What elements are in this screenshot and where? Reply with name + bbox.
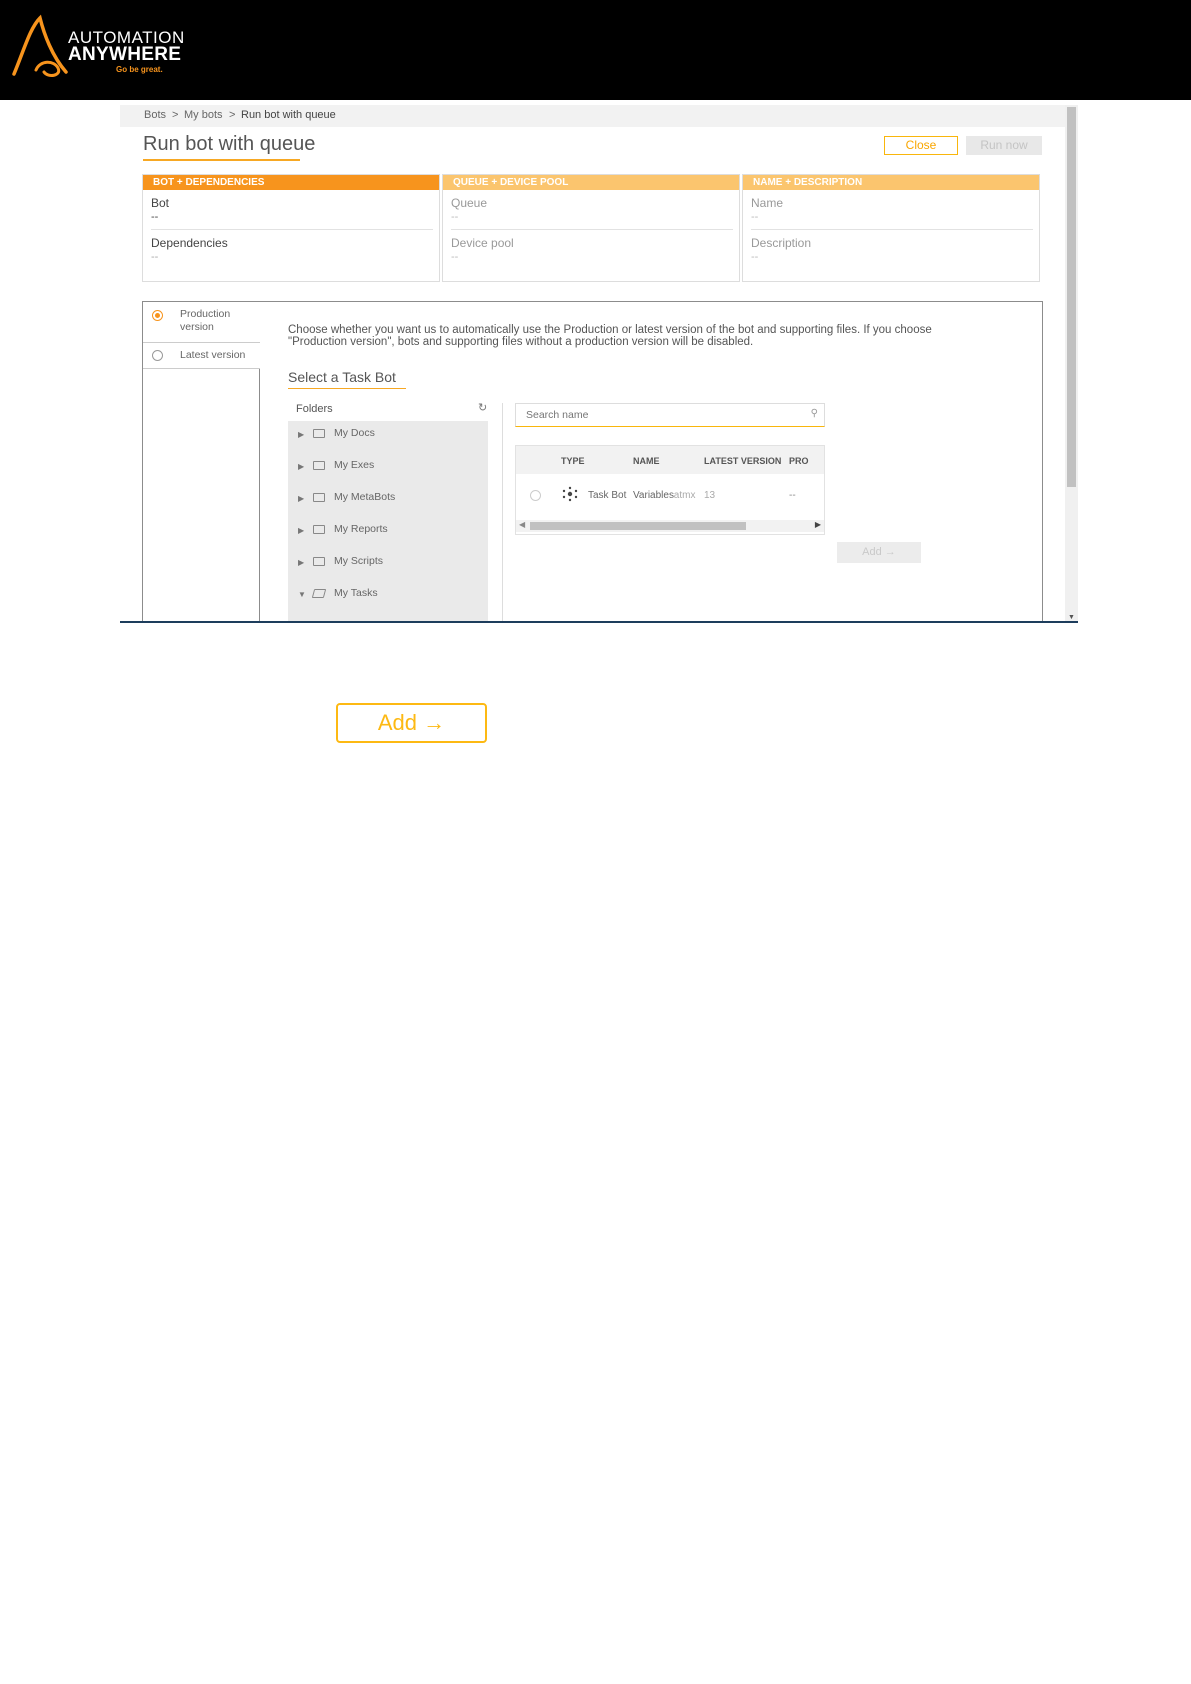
- add-button-disabled[interactable]: Add →: [837, 542, 921, 563]
- screenshot-bottom-border: [120, 621, 1078, 623]
- name-value: --: [751, 211, 759, 223]
- scroll-down-icon[interactable]: ▼: [1068, 614, 1075, 621]
- search-box[interactable]: ⚲: [515, 403, 825, 427]
- breadcrumb-separator: >: [229, 109, 236, 121]
- column-header-latest-version[interactable]: LATEST VERSION: [704, 456, 781, 466]
- breadcrumb-separator: >: [172, 109, 179, 121]
- tab-production-version[interactable]: Production version: [143, 302, 260, 343]
- divider: [151, 229, 433, 230]
- folder-name: My Scripts: [334, 555, 384, 567]
- logo-text-anywhere: ANYWHERE: [68, 44, 182, 65]
- cell-extension: .atmx: [671, 490, 696, 501]
- bot-label: Bot: [151, 196, 170, 210]
- folder-name: My Exes: [334, 459, 375, 471]
- dependencies-label: Dependencies: [151, 236, 228, 250]
- search-input[interactable]: [524, 408, 798, 422]
- device-pool-value: --: [451, 251, 459, 263]
- column-header-production[interactable]: PRO: [789, 456, 809, 466]
- expand-arrow-icon[interactable]: ▶: [298, 494, 304, 503]
- bot-value: --: [151, 211, 159, 223]
- scrollbar-thumb[interactable]: [530, 522, 746, 530]
- column-header-name[interactable]: NAME: [633, 456, 660, 466]
- header-bar: AUTOMATION ANYWHERE Go be great.: [0, 0, 1191, 100]
- device-pool-label: Device pool: [451, 236, 514, 250]
- tab-latest-version[interactable]: Latest version: [143, 343, 260, 369]
- folder-name: My Reports: [334, 523, 388, 535]
- name-description-panel: NAME + DESCRIPTION Name -- Description -…: [742, 174, 1040, 282]
- folder-name: My Tasks: [334, 587, 378, 599]
- horizontal-scrollbar[interactable]: ◀ ▶: [516, 520, 824, 532]
- divider: [751, 229, 1033, 230]
- row-select-radio[interactable]: [530, 490, 541, 501]
- folder-icon: [313, 557, 325, 566]
- breadcrumb-bots[interactable]: Bots: [144, 109, 166, 121]
- logo-a-icon: [12, 14, 68, 77]
- table-header: TYPE NAME LATEST VERSION PRO: [516, 446, 824, 474]
- production-tab-label: Production version: [180, 308, 230, 334]
- breadcrumb: Bots > My bots > Run bot with queue: [120, 105, 1065, 127]
- vertical-scrollbar[interactable]: ▼: [1065, 105, 1078, 623]
- search-icon[interactable]: ⚲: [811, 408, 818, 419]
- latest-radio[interactable]: [152, 350, 163, 361]
- tab-label-line: Production: [180, 308, 231, 320]
- task-bot-icon: [562, 486, 578, 502]
- page-title: Run bot with queue: [143, 133, 316, 155]
- scrollbar-thumb[interactable]: [1067, 107, 1076, 487]
- name-label: Name: [751, 196, 784, 210]
- cell-latest-version: 13: [704, 490, 716, 501]
- logo-tagline: Go be great.: [116, 65, 163, 74]
- version-description: Choose whether you want us to automatica…: [288, 324, 932, 348]
- queue-device-pool-panel: QUEUE + DEVICE POOL Queue -- Device pool…: [442, 174, 740, 282]
- section-title: Select a Task Bot: [288, 369, 396, 385]
- expand-arrow-icon[interactable]: ▶: [298, 430, 304, 439]
- expand-arrow-icon[interactable]: ▶: [298, 558, 304, 567]
- description-label: Description: [751, 236, 812, 250]
- latest-tab-label: Latest version: [180, 349, 246, 361]
- cell-type: Task Bot: [588, 490, 627, 501]
- column-header-type[interactable]: TYPE: [561, 456, 585, 466]
- queue-value: --: [451, 211, 459, 223]
- description-value: --: [751, 251, 759, 263]
- panel-header: BOT + DEPENDENCIES: [143, 175, 439, 190]
- task-bot-table: TYPE NAME LATEST VERSION PRO Task Bot Va…: [515, 445, 825, 535]
- panel-header: NAME + DESCRIPTION: [743, 175, 1039, 190]
- open-folder-icon: [311, 589, 327, 598]
- cell-production: --: [789, 490, 796, 501]
- folder-icon: [313, 429, 325, 438]
- folder-icon: [313, 493, 325, 502]
- expand-arrow-icon[interactable]: ▶: [298, 462, 304, 471]
- folder-icon: [313, 525, 325, 534]
- bot-dependencies-panel: BOT + DEPENDENCIES Bot -- Dependencies -…: [142, 174, 440, 282]
- collapse-arrow-icon[interactable]: ▼: [298, 590, 306, 599]
- cell-name: Variables: [633, 490, 674, 501]
- scroll-left-icon[interactable]: ◀: [519, 520, 525, 529]
- expand-arrow-icon[interactable]: ▶: [298, 526, 304, 535]
- pane-divider: [502, 403, 503, 621]
- divider: [451, 229, 733, 230]
- run-bot-screen: Bots > My bots > Run bot with queue Run …: [120, 105, 1078, 623]
- breadcrumb-my-bots[interactable]: My bots: [184, 109, 223, 121]
- folders-tree: ▶ My Docs ▶ My Exes ▶ My MetaBots ▶ My Repor…: [288, 421, 488, 621]
- add-button-large[interactable]: Add →: [336, 703, 487, 743]
- refresh-icon[interactable]: ↻: [478, 401, 487, 414]
- title-underline: [143, 159, 300, 161]
- folder-icon: [313, 461, 325, 470]
- breadcrumb-current: Run bot with queue: [241, 109, 336, 121]
- panel-header: QUEUE + DEVICE POOL: [443, 175, 739, 190]
- folders-header: Folders: [296, 403, 333, 415]
- scroll-right-icon[interactable]: ▶: [815, 520, 821, 529]
- queue-label: Queue: [451, 196, 488, 210]
- production-radio[interactable]: [152, 310, 163, 321]
- run-now-button[interactable]: Run now: [966, 136, 1042, 155]
- dependencies-value: --: [151, 251, 159, 263]
- section-title-underline: [288, 388, 406, 389]
- close-button[interactable]: Close: [884, 136, 958, 155]
- folder-name: My Docs: [334, 427, 375, 439]
- automation-anywhere-logo: AUTOMATION ANYWHERE Go be great.: [10, 14, 190, 80]
- tab-label-line: version: [180, 321, 214, 333]
- folder-name: My MetaBots: [334, 491, 396, 503]
